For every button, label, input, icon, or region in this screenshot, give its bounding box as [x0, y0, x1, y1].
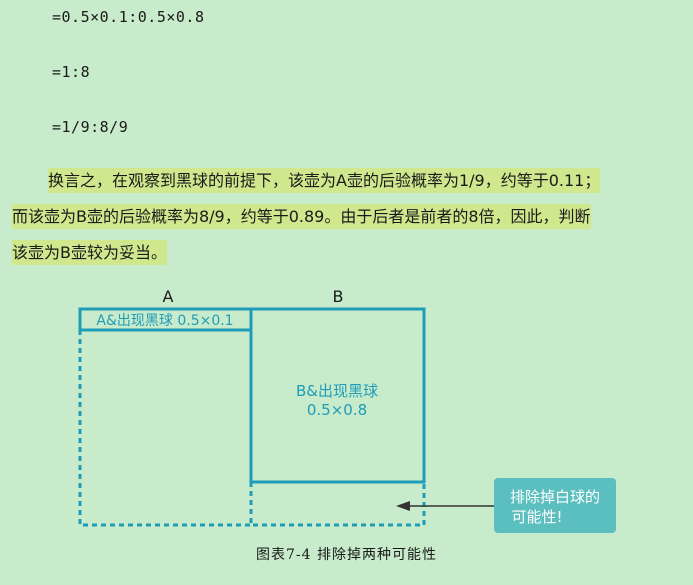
a-box-label: A&出现黑球 0.5×0.1	[96, 313, 233, 329]
callout-text-1: 排除掉白球的	[510, 488, 600, 506]
probability-area-diagram: A B A&出现黑球 0.5×0.1 B&出现黑球 0.5×0.8 排除掉白球的…	[78, 287, 616, 533]
paragraph-line-1: 换言之，在观察到黑球的前提下，该壶为A壶的后验概率为1/9，约等于0.11；	[12, 163, 684, 199]
highlighted-text-1: 换言之，在观察到黑球的前提下，该壶为A壶的后验概率为1/9，约等于0.11；	[48, 168, 601, 193]
callout-arrow-head	[396, 501, 410, 511]
formula-line-1: =0.5×0.1:0.5×0.8	[52, 8, 205, 26]
label-b: B	[333, 287, 344, 306]
a-excluded-region	[78, 330, 251, 527]
highlighted-text-3: 该壶为B壶较为妥当。	[12, 240, 167, 265]
callout-text-2: 可能性!	[511, 508, 562, 526]
label-a: A	[163, 287, 174, 306]
paragraph-line-3: 该壶为B壶较为妥当。	[12, 235, 684, 271]
b-box-label-1: B&出现黑球	[296, 382, 378, 400]
figure-caption: 图表7-4 排除掉两种可能性	[256, 547, 437, 563]
highlighted-text-2: 而该壶为B壶的后验概率为8/9，约等于0.89。由于后者是前者的8倍，因此，判断	[12, 204, 591, 229]
formula-line-2: =1:8	[52, 63, 91, 81]
formula-line-3: =1/9:8/9	[52, 118, 129, 136]
b-excluded-region	[249, 482, 426, 527]
paragraph-line-2: 而该壶为B壶的后验概率为8/9，约等于0.89。由于后者是前者的8倍，因此，判断	[12, 199, 684, 235]
b-box-label-2: 0.5×0.8	[307, 401, 367, 419]
